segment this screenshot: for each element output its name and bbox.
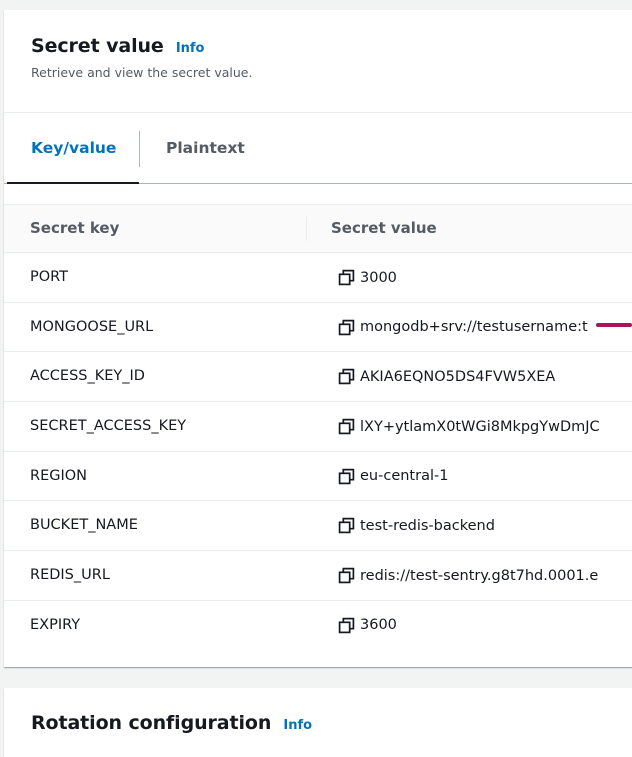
secret-value-description: Retrieve and view the secret value. xyxy=(31,65,253,80)
copy-icon[interactable] xyxy=(338,567,355,584)
secret-value-tabs: Key/value Plaintext xyxy=(4,113,632,184)
table-row: SECRET_ACCESS_KEY lXY+ytlamX0tWGi8MkpgYwD… xyxy=(4,402,632,452)
secret-value-cell: AKIA6EQNO5DS4FVW5XEA xyxy=(338,368,555,385)
secret-value-text: test-redis-backend xyxy=(360,517,495,534)
secret-table: Secret key Secret value PORT 3000 MONGOOSE… xyxy=(4,204,632,651)
secret-value-cell: mongodb+srv://testusername:t xyxy=(338,319,588,336)
copy-icon[interactable] xyxy=(338,468,355,485)
rotation-info-link[interactable]: Info xyxy=(283,718,312,733)
secret-value-cell: 3600 xyxy=(338,617,397,634)
copy-icon[interactable] xyxy=(338,418,355,435)
copy-icon[interactable] xyxy=(338,319,355,336)
column-header-secret-key: Secret key xyxy=(30,219,120,237)
secret-key-cell: ACCESS_KEY_ID xyxy=(30,368,145,385)
secret-key-cell: EXPIRY xyxy=(30,616,81,633)
table-row: ACCESS_KEY_ID AKIA6EQNO5DS4FVW5XEA xyxy=(4,352,632,403)
secret-value-cell: test-redis-backend xyxy=(338,517,495,534)
table-row: PORT 3000 xyxy=(4,253,632,303)
copy-icon[interactable] xyxy=(338,517,355,534)
active-tab-indicator xyxy=(7,182,139,184)
secret-key-cell: BUCKET_NAME xyxy=(30,517,138,534)
table-row: REGION eu-central-1 xyxy=(4,452,632,502)
secret-value-cell: lXY+ytlamX0tWGi8MkpgYwDmJC xyxy=(338,418,600,435)
secret-value-text: mongodb+srv://testusername:t xyxy=(360,319,588,336)
table-row: EXPIRY 3600 xyxy=(4,601,632,651)
copy-icon[interactable] xyxy=(338,617,355,634)
secret-value-text: AKIA6EQNO5DS4FVW5XEA xyxy=(360,368,556,385)
table-row: REDIS_URL redis://test-sentry.g8t7hd.0001… xyxy=(4,551,632,601)
tab-divider xyxy=(139,131,140,167)
annotation-marker xyxy=(596,323,632,327)
table-row: BUCKET_NAME test-redis-backend xyxy=(4,501,632,552)
secret-key-cell: MONGOOSE_URL xyxy=(30,318,154,335)
secret-key-cell: SECRET_ACCESS_KEY xyxy=(30,418,187,435)
copy-icon[interactable] xyxy=(338,269,355,286)
secret-value-cell: redis://test-sentry.g8t7hd.0001.e xyxy=(338,567,598,584)
secret-key-cell: REGION xyxy=(30,467,88,484)
secret-value-text: 3000 xyxy=(360,269,397,286)
secret-value-title: Secret value xyxy=(31,35,164,57)
secret-value-text: redis://test-sentry.g8t7hd.0001.e xyxy=(360,567,599,584)
tab-key-value[interactable]: Key/value xyxy=(31,139,116,157)
secret-value-text: 3600 xyxy=(360,617,397,634)
secret-value-header: Secret value Info Retrieve and view the … xyxy=(4,10,632,113)
column-header-secret-value: Secret value xyxy=(331,219,437,237)
secret-value-text: eu-central-1 xyxy=(360,468,449,485)
secret-value-panel: Secret value Info Retrieve and view the … xyxy=(4,10,632,667)
rotation-header: Rotation configuration Info xyxy=(4,688,632,734)
table-body: PORT 3000 MONGOOSE_URL mongodb+srv://testus… xyxy=(4,253,632,651)
table-row: MONGOOSE_URL mongodb+srv://testusername:t xyxy=(4,303,632,353)
table-header: Secret key Secret value xyxy=(4,204,632,253)
column-divider xyxy=(306,217,307,241)
secret-value-info-link[interactable]: Info xyxy=(176,41,205,56)
tab-plaintext[interactable]: Plaintext xyxy=(166,139,245,157)
secret-value-text: lXY+ytlamX0tWGi8MkpgYwDmJC xyxy=(360,418,600,435)
copy-icon[interactable] xyxy=(338,368,355,385)
rotation-configuration-panel: Rotation configuration Info xyxy=(4,688,632,757)
rotation-title: Rotation configuration xyxy=(31,712,272,734)
secret-key-cell: PORT xyxy=(30,269,69,285)
secret-value-cell: 3000 xyxy=(338,269,397,286)
secret-value-cell: eu-central-1 xyxy=(338,468,448,485)
secret-key-cell: REDIS_URL xyxy=(30,567,110,584)
